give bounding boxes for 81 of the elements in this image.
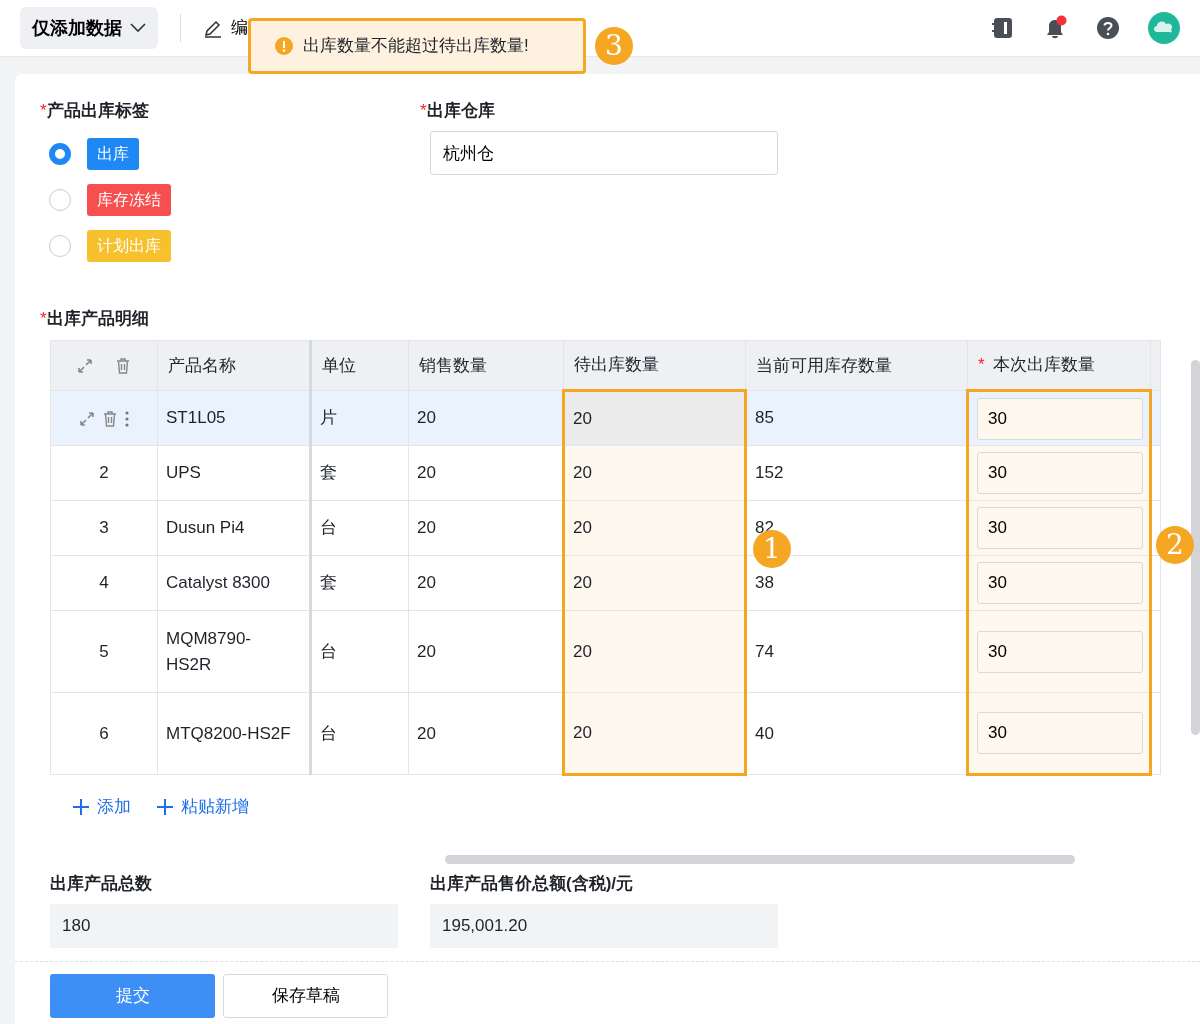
table-cell: 20 <box>417 463 436 483</box>
table-cell: 20 <box>573 641 592 661</box>
quantity-input[interactable]: 30 <box>977 630 1143 673</box>
table-cell: 152 <box>755 463 784 483</box>
table-cell-text: Dusun Pi4 <box>166 517 246 540</box>
table-cell-text: ST1L05 <box>166 407 227 430</box>
table-cell: 74 <box>755 641 774 661</box>
section-label: *出库产品明细 <box>40 308 149 330</box>
table-cell: 20 <box>417 408 436 428</box>
more-icon[interactable] <box>123 409 130 428</box>
column-header: 单位 <box>310 340 409 391</box>
warehouse-field[interactable]: 杭州仓 <box>430 131 778 175</box>
quantity-input[interactable]: 30 <box>977 712 1143 754</box>
table-cell: 20 <box>417 573 436 593</box>
radio-button[interactable] <box>49 143 71 165</box>
row-number: 2 <box>99 463 109 483</box>
table-cell: 20 <box>417 723 436 743</box>
pencil-icon <box>203 18 223 38</box>
row-number: 6 <box>99 723 109 743</box>
column-header: 销售数量 <box>408 340 564 391</box>
warning-icon <box>275 37 293 55</box>
field-label: *出库仓库 <box>420 100 495 122</box>
add-link[interactable]: 粘贴新增 <box>157 794 249 820</box>
quantity-input[interactable]: 30 <box>977 562 1143 604</box>
table-cell-text: MTQ8200-HS2F <box>166 722 292 745</box>
total-count-field: 180 <box>50 904 398 948</box>
table-cell: 40 <box>755 723 774 743</box>
table-cell: 套 <box>320 573 337 593</box>
field-label: 出库产品售价总额(含税)/元 <box>430 873 634 895</box>
toast-text: 出库数量不能超过待出库数量! <box>303 35 529 58</box>
row-number: 3 <box>99 518 109 538</box>
table-cell: 台 <box>320 518 337 538</box>
notebook-icon[interactable] <box>992 16 1014 40</box>
table-cell: 20 <box>573 723 592 743</box>
field-label: 出库产品总数 <box>50 873 152 895</box>
row-number: 5 <box>99 641 109 661</box>
expand-icon[interactable] <box>76 357 94 376</box>
table-cell: 20 <box>417 641 436 661</box>
quantity-input[interactable]: 30 <box>977 507 1143 549</box>
column-header: * 本次出库数量 <box>967 340 1151 391</box>
view-dropdown[interactable]: 仅添加数据 <box>20 7 158 49</box>
avatar-icon[interactable] <box>1148 12 1180 44</box>
delete-icon[interactable] <box>114 357 132 376</box>
horizontal-scrollbar[interactable] <box>445 855 1075 864</box>
radio-button[interactable] <box>49 189 71 211</box>
plus-icon <box>157 798 173 815</box>
plus-icon <box>73 798 89 815</box>
row-number: 4 <box>99 573 109 593</box>
quantity-input[interactable]: 30 <box>977 452 1143 494</box>
column-header: 当前可用库存数量 <box>745 340 968 391</box>
radio-button[interactable] <box>49 235 71 257</box>
table-cell: 片 <box>320 408 337 428</box>
field-label: *产品出库标签 <box>40 100 149 122</box>
expand-icon[interactable] <box>78 409 97 428</box>
table-cell: 20 <box>573 408 592 428</box>
help-icon[interactable] <box>1096 16 1120 40</box>
table-cell: 套 <box>320 463 337 483</box>
table-cell-text: Catalyst 8300 <box>166 572 271 595</box>
chevron-down-icon <box>130 23 146 33</box>
edit-button[interactable]: 编 <box>203 15 248 41</box>
tag-label: 计划出库 <box>87 230 171 262</box>
vertical-scrollbar[interactable] <box>1191 360 1200 735</box>
table-cell: 38 <box>755 573 774 593</box>
table-cell: 台 <box>320 723 337 743</box>
table-cell: 20 <box>417 518 436 538</box>
table-cell: 85 <box>755 408 774 428</box>
table-cell: 20 <box>573 463 592 483</box>
add-link[interactable]: 添加 <box>73 794 131 820</box>
table-cell-text: UPS <box>166 462 202 485</box>
table-cell-text: MQM8790-HS2R <box>166 628 253 676</box>
tag-label: 出库 <box>87 138 139 170</box>
tag-label: 库存冻结 <box>87 184 171 216</box>
column-header: 产品名称 <box>157 340 311 391</box>
total-amount-field: 195,001.20 <box>430 904 778 948</box>
column-header: 待出库数量 <box>563 340 746 391</box>
delete-icon[interactable] <box>101 409 119 428</box>
table-cell: 20 <box>573 518 592 538</box>
table-cell: 台 <box>320 641 337 661</box>
save-draft-button[interactable]: 保存草稿 <box>223 974 388 1018</box>
table-cell: 20 <box>573 573 592 593</box>
quantity-input[interactable]: 30 <box>977 397 1143 440</box>
